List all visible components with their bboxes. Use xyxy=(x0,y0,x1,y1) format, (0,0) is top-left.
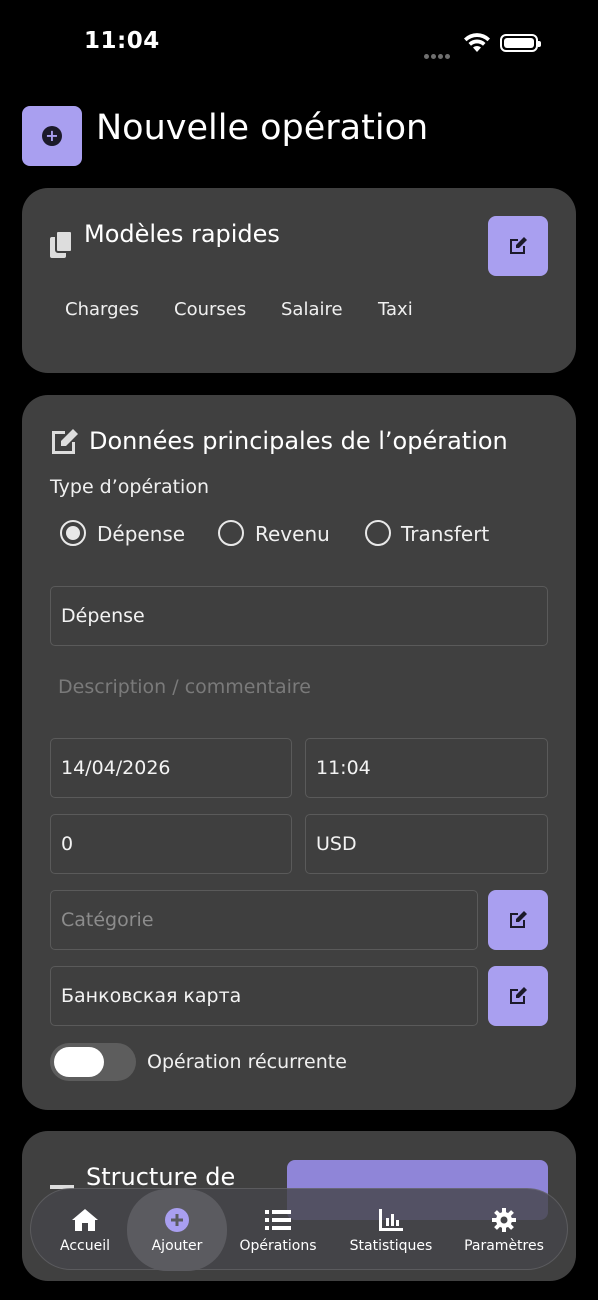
tab-label: Opérations xyxy=(239,1238,317,1254)
add-operation-icon: + xyxy=(22,106,82,166)
page-title: Nouvelle opération xyxy=(96,108,429,148)
battery-icon xyxy=(500,34,541,52)
date-field[interactable]: 14/04/2026 xyxy=(50,738,292,798)
home-icon xyxy=(71,1206,99,1234)
signal-icon xyxy=(424,44,454,59)
status-time: 11:04 xyxy=(84,28,160,54)
edit-icon xyxy=(510,987,527,1004)
edit-category-button[interactable] xyxy=(488,890,548,950)
radio-revenu[interactable] xyxy=(218,520,244,546)
add-circle-icon xyxy=(164,1206,190,1234)
description-input[interactable]: Description / commentaire xyxy=(58,676,311,698)
currency-field[interactable]: USD xyxy=(305,814,548,874)
structure-title: Structure de xyxy=(86,1163,236,1191)
tab-label: Statistiques xyxy=(349,1238,433,1254)
template-chip[interactable]: Courses xyxy=(174,299,246,320)
recurring-toggle[interactable] xyxy=(50,1043,136,1081)
operation-type-label: Type d’opération xyxy=(50,476,210,498)
tab-label: Paramètres xyxy=(464,1238,544,1254)
wifi-icon xyxy=(463,32,491,58)
radio-revenu-label[interactable]: Revenu xyxy=(255,522,330,546)
template-chip[interactable]: Taxi xyxy=(378,299,413,320)
tab-operations[interactable]: Opérations xyxy=(235,1189,321,1271)
category-field[interactable]: Catégorie xyxy=(50,890,478,950)
radio-transfert-label[interactable]: Transfert xyxy=(401,522,489,546)
radio-depense[interactable] xyxy=(60,520,86,546)
edit-icon xyxy=(510,911,527,928)
quick-templates-title: Modèles rapides xyxy=(84,220,280,248)
amount-field[interactable]: 0 xyxy=(50,814,292,874)
list-icon xyxy=(264,1206,292,1234)
edit-templates-button[interactable] xyxy=(488,216,548,276)
tab-accueil[interactable]: Accueil xyxy=(45,1189,125,1271)
recurring-label: Opération récurrente xyxy=(147,1051,347,1073)
tab-label: Accueil xyxy=(60,1238,110,1254)
tab-ajouter[interactable]: Ajouter xyxy=(127,1189,227,1271)
tab-statistiques[interactable]: Statistiques xyxy=(341,1189,441,1271)
tab-label: Ajouter xyxy=(151,1238,203,1254)
operation-name-field[interactable]: Dépense xyxy=(50,586,548,646)
template-chip[interactable]: Charges xyxy=(65,299,139,320)
main-data-title: Données principales de l’opération xyxy=(89,427,508,455)
account-field[interactable]: Банковская карта xyxy=(50,966,478,1026)
time-field[interactable]: 11:04 xyxy=(305,738,548,798)
tab-parametres[interactable]: Paramètres xyxy=(457,1189,551,1271)
gear-icon xyxy=(491,1206,517,1234)
template-chip[interactable]: Salaire xyxy=(281,299,343,320)
chart-icon xyxy=(378,1206,404,1234)
edit-account-button[interactable] xyxy=(488,966,548,1026)
copy-icon xyxy=(50,230,74,264)
edit-square-icon xyxy=(50,427,80,459)
radio-transfert[interactable] xyxy=(365,520,391,546)
radio-depense-label[interactable]: Dépense xyxy=(97,522,185,546)
edit-icon xyxy=(510,237,527,254)
tab-bar: Accueil Ajouter Opérations Statistiques … xyxy=(30,1188,568,1271)
